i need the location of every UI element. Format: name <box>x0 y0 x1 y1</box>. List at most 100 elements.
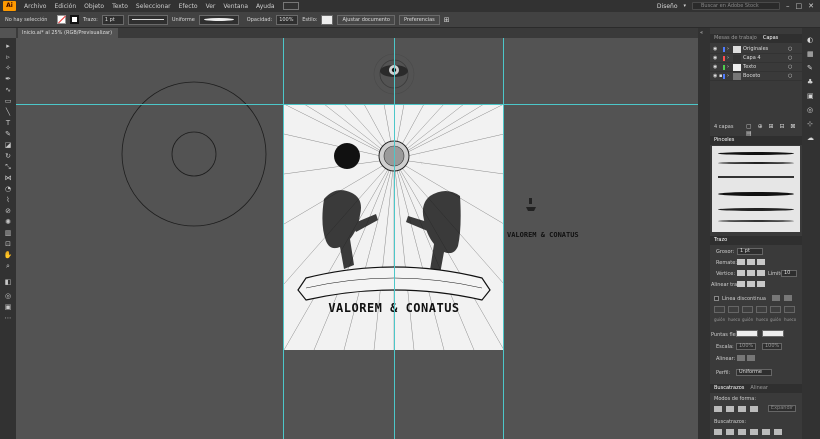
menu-archivo[interactable]: Archivo <box>20 3 50 10</box>
layer-target-icon[interactable]: ○ <box>788 45 792 54</box>
align-center-icon[interactable] <box>737 281 745 287</box>
pen-tool-icon[interactable]: ✒ <box>3 75 13 83</box>
swatches-panel-icon[interactable]: ▦ <box>807 50 814 58</box>
dashed-line-checkbox[interactable] <box>714 296 719 301</box>
outline-icon[interactable] <box>762 429 770 435</box>
guide-vertical-3[interactable] <box>503 38 504 439</box>
menu-edicion[interactable]: Edición <box>50 3 80 10</box>
screen-mode-icon[interactable]: ▣ <box>3 303 13 311</box>
layer-name[interactable]: Originales <box>743 45 768 54</box>
expand-arrow-icon[interactable]: › <box>727 54 729 63</box>
arrow-align-extend-icon[interactable] <box>737 355 745 361</box>
maximize-icon[interactable]: □ <box>796 2 803 10</box>
draw-mode-icon[interactable]: ◎ <box>3 292 13 300</box>
butt-cap-icon[interactable] <box>737 259 745 265</box>
lock-icon[interactable]: ▪ <box>719 72 722 81</box>
arrow-align-end-icon[interactable] <box>747 355 755 361</box>
align-outside-icon[interactable] <box>757 281 765 287</box>
menu-texto[interactable]: Texto <box>108 3 132 10</box>
tab-layers[interactable]: Capas <box>763 34 778 43</box>
zoom-tool-icon[interactable]: ⌕ <box>3 262 13 270</box>
expand-arrow-icon[interactable]: › <box>727 45 729 54</box>
round-cap-icon[interactable] <box>747 259 755 265</box>
close-icon[interactable]: ✕ <box>808 2 814 10</box>
divide-icon[interactable] <box>714 429 722 435</box>
dash-field[interactable] <box>770 306 781 313</box>
dash-align-corners-icon[interactable] <box>784 295 792 301</box>
magic-wand-tool-icon[interactable]: ✧ <box>3 64 13 72</box>
circle-shapes[interactable] <box>120 78 268 234</box>
gap-field[interactable] <box>728 306 739 313</box>
brush-stroke[interactable] <box>718 192 794 196</box>
libraries-panel-icon[interactable]: ☁ <box>807 134 814 142</box>
rectangle-tool-icon[interactable]: ▭ <box>3 97 13 105</box>
more-tools-icon[interactable]: ⋯ <box>3 314 13 322</box>
preferences-button[interactable]: Preferencias <box>398 14 440 25</box>
brush-stroke[interactable] <box>718 208 794 211</box>
transform-panel-icon[interactable]: ⊹ <box>807 120 813 128</box>
rotate-tool-icon[interactable]: ↻ <box>3 152 13 160</box>
opacity-field[interactable]: 100% <box>276 14 299 25</box>
symbols-panel-icon[interactable]: ♣ <box>807 78 813 86</box>
artboard-tool-icon[interactable]: ⊡ <box>3 240 13 248</box>
layer-row[interactable]: ◉ › Texto ○ <box>710 63 802 72</box>
selection-tool-icon[interactable]: ▸ <box>3 42 13 50</box>
dash-field[interactable] <box>742 306 753 313</box>
layers-footer-icons[interactable]: ▢ ⊕ ⊞ ⊟ ⊠ ▤ <box>746 123 802 137</box>
hand-tool-icon[interactable]: ✋ <box>3 251 13 259</box>
visibility-eye-icon[interactable]: ◉ <box>713 54 717 63</box>
miter-limit-field[interactable]: 10 <box>781 270 797 277</box>
canvas-text[interactable]: VALOREM & CONATUS <box>507 231 579 239</box>
visibility-eye-icon[interactable]: ◉ <box>713 63 717 72</box>
brush-stroke[interactable] <box>718 176 794 178</box>
tab-artboards[interactable]: Mesas de trabajo <box>714 34 757 43</box>
trim-icon[interactable] <box>726 429 734 435</box>
menu-ventana[interactable]: Ventana <box>219 3 252 10</box>
stroke-swatch[interactable] <box>70 15 79 24</box>
paintbrush-tool-icon[interactable]: ✎ <box>3 130 13 138</box>
guide-horizontal-1[interactable] <box>16 104 698 105</box>
brush-stroke[interactable] <box>718 152 794 155</box>
brush-definition[interactable] <box>198 14 239 25</box>
minimize-icon[interactable]: – <box>786 2 790 10</box>
workspace-switcher[interactable]: Diseño <box>657 3 678 10</box>
stroke-weight-field[interactable]: 1 pt <box>737 248 763 255</box>
minus-front-icon[interactable] <box>726 406 734 412</box>
menu-objeto[interactable]: Objeto <box>80 3 108 10</box>
visibility-eye-icon[interactable]: ◉ <box>713 45 717 54</box>
direct-selection-tool-icon[interactable]: ▹ <box>3 53 13 61</box>
brush-stroke[interactable] <box>718 162 794 164</box>
type-tool-icon[interactable]: T <box>3 119 13 127</box>
square-cap-icon[interactable] <box>757 259 765 265</box>
end-arrowhead-dropdown[interactable] <box>762 330 784 337</box>
brushes-panel-icon[interactable]: ✎ <box>807 64 813 72</box>
menu-efecto[interactable]: Efecto <box>175 3 202 10</box>
dash-align-icon[interactable] <box>772 295 780 301</box>
layer-target-icon[interactable]: ○ <box>788 72 792 81</box>
blend-tool-icon[interactable]: ⊘ <box>3 207 13 215</box>
eraser-tool-icon[interactable]: ◪ <box>3 141 13 149</box>
visibility-eye-icon[interactable]: ◉ <box>713 72 717 81</box>
document-tab[interactable]: Inicio.ai* al 25% (RGB/Previsualizar) ✕ <box>18 28 118 46</box>
tab-align[interactable]: Alinear <box>750 384 768 393</box>
intersect-icon[interactable] <box>738 406 746 412</box>
width-tool-icon[interactable]: ⋈ <box>3 174 13 182</box>
shape-builder-tool-icon[interactable]: ◔ <box>3 185 13 193</box>
guide-vertical-1[interactable] <box>283 38 284 439</box>
variable-width-profile[interactable] <box>127 14 168 25</box>
eyedropper-tool-icon[interactable]: ⌇ <box>3 196 13 204</box>
canvas[interactable]: VALOREM & CONATUS VALOREM & CONATUS <box>16 38 698 439</box>
small-object[interactable] <box>525 196 537 214</box>
menu-seleccionar[interactable]: Seleccionar <box>132 3 175 10</box>
dash-field[interactable] <box>714 306 725 313</box>
fill-stroke-icon[interactable]: ◧ <box>3 278 13 286</box>
miter-join-icon[interactable] <box>737 270 745 276</box>
menu-ver[interactable]: Ver <box>202 3 220 10</box>
gap-field[interactable] <box>756 306 767 313</box>
graphic-styles-panel-icon[interactable]: ▣ <box>807 92 814 100</box>
layer-row[interactable]: ◉ › Capa 4 ○ <box>710 54 802 63</box>
layer-target-icon[interactable]: ○ <box>788 63 792 72</box>
layer-row[interactable]: ◉ › Originales ○ <box>710 45 802 54</box>
document-setup-button[interactable]: Ajustar documento <box>337 14 395 25</box>
start-scale-field[interactable]: 100% <box>736 343 756 350</box>
